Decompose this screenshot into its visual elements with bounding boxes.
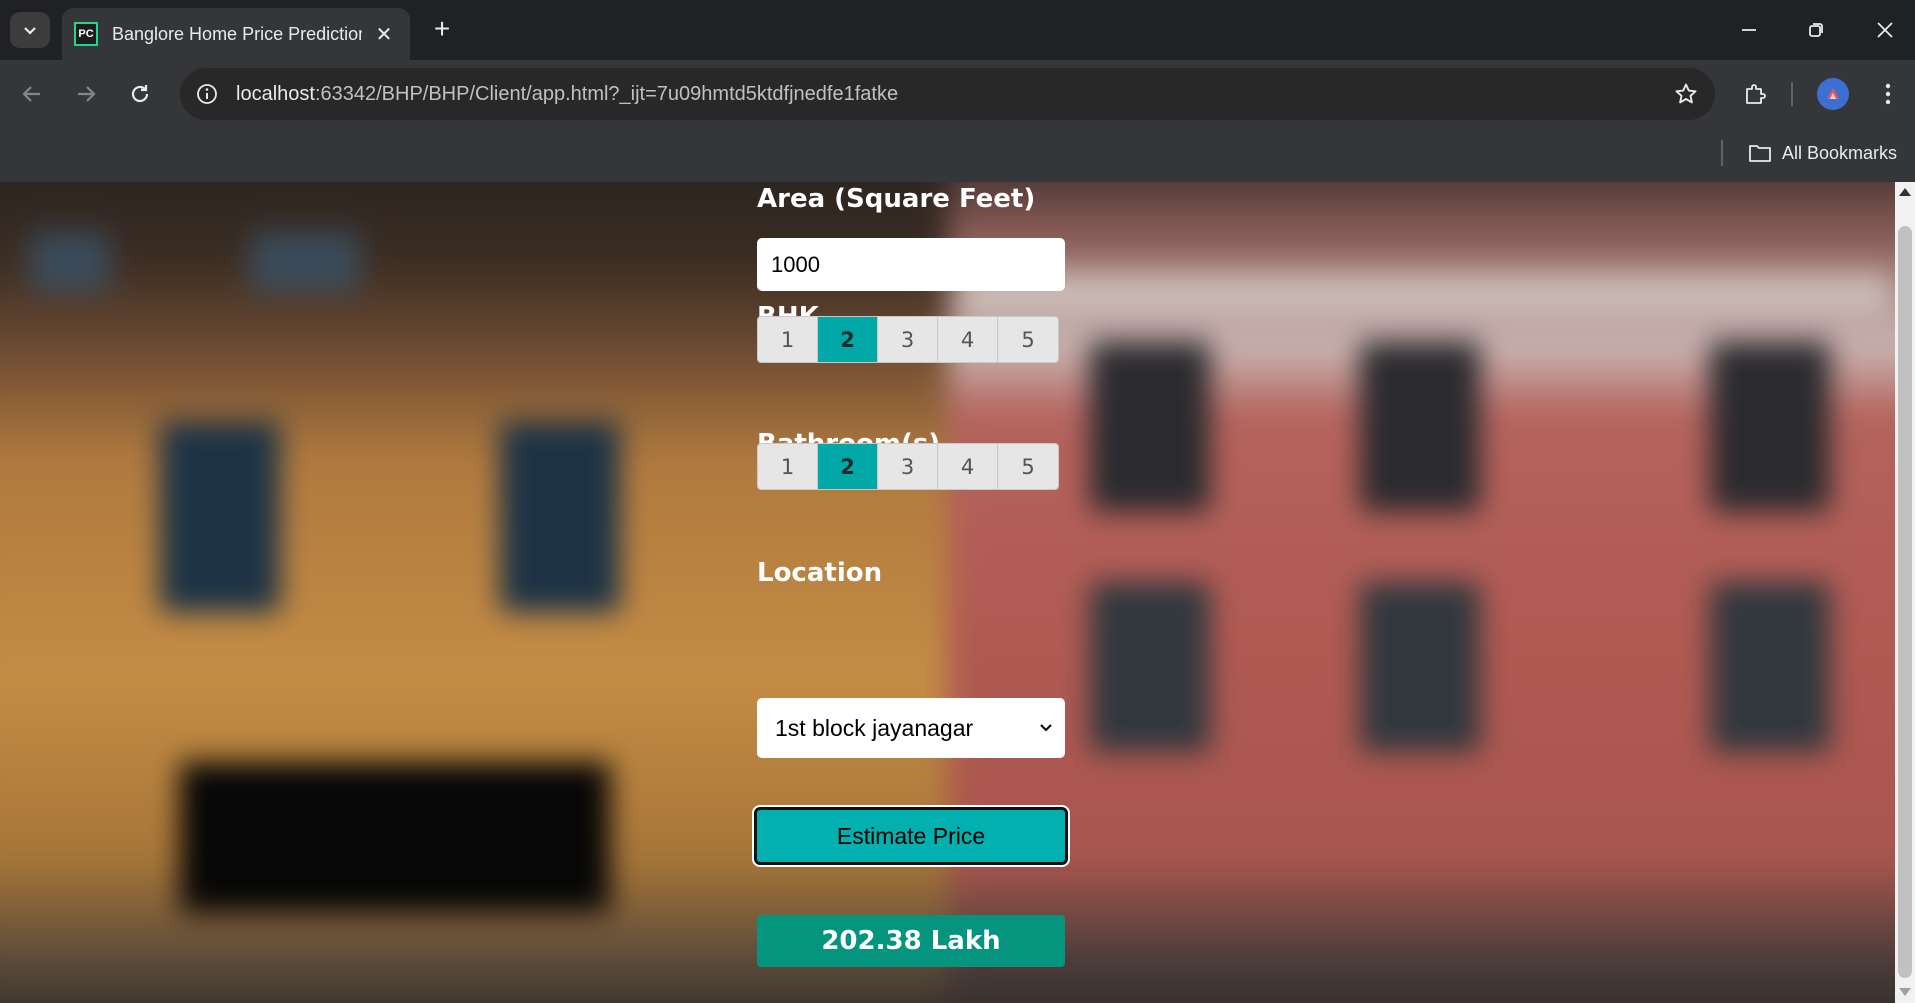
area-input[interactable] [757, 238, 1065, 291]
bath-option-4[interactable]: 4 [938, 444, 998, 489]
window-close-icon [1877, 22, 1893, 38]
forward-icon [78, 86, 96, 102]
tab-strip: PC Banglore Home Price Prediction ✕ + [0, 0, 1915, 60]
scrollbar-thumb[interactable] [1898, 226, 1912, 978]
tab-close-icon[interactable]: ✕ [372, 22, 396, 47]
minimize-icon [1742, 29, 1756, 31]
bookmark-star-icon[interactable] [1671, 79, 1701, 109]
bookmarks-bar: All Bookmarks [0, 128, 1915, 182]
bhk-selector: 1 2 3 4 5 [757, 316, 1059, 363]
bhk-option-1[interactable]: 1 [758, 317, 818, 362]
all-bookmarks-button[interactable]: All Bookmarks [1748, 138, 1897, 168]
bhk-option-3[interactable]: 3 [878, 317, 938, 362]
forward-button[interactable] [68, 76, 104, 112]
bath-option-2-selected[interactable]: 2 [818, 444, 878, 489]
bookmarks-divider [1721, 140, 1723, 166]
toolbar-divider [1791, 82, 1793, 106]
location-select[interactable]: 1st block jayanagar [757, 698, 1065, 758]
bathroom-selector: 1 2 3 4 5 [757, 443, 1059, 490]
back-icon [22, 86, 40, 102]
tab-title: Banglore Home Price Prediction [112, 23, 362, 44]
extensions-button[interactable] [1737, 76, 1773, 112]
all-bookmarks-label: All Bookmarks [1782, 142, 1898, 163]
new-tab-button[interactable]: + [424, 12, 460, 48]
back-button[interactable] [14, 76, 50, 112]
profile-avatar-icon[interactable] [1817, 78, 1849, 110]
bath-option-1[interactable]: 1 [758, 444, 818, 489]
scroll-down-arrow-icon[interactable] [1899, 988, 1911, 996]
reload-icon [131, 85, 149, 103]
location-label: Location [757, 558, 883, 588]
bhk-option-2-selected[interactable]: 2 [818, 317, 878, 362]
restore-icon [1809, 23, 1823, 37]
bhk-option-4[interactable]: 4 [938, 317, 998, 362]
kebab-menu-button[interactable] [1870, 76, 1906, 112]
page-viewport: Area (Square Feet) BHK 1 2 3 4 5 Bathroo… [0, 182, 1895, 1003]
pycharm-favicon-icon: PC [74, 22, 98, 46]
estimated-price-result: 202.38 Lakh [757, 915, 1065, 967]
estimate-price-button[interactable]: Estimate Price [752, 805, 1070, 867]
scroll-up-arrow-icon[interactable] [1899, 188, 1911, 196]
chevron-down-icon [24, 27, 36, 35]
folder-icon [1749, 145, 1771, 162]
area-label: Area (Square Feet) [757, 184, 1036, 214]
window-close-button[interactable] [1863, 10, 1907, 50]
bath-option-5[interactable]: 5 [998, 444, 1058, 489]
minimize-button[interactable] [1727, 10, 1771, 50]
browser-tab[interactable]: PC Banglore Home Price Prediction ✕ [62, 8, 410, 60]
page-scrollbar[interactable] [1895, 182, 1915, 1003]
location-selected-value: 1st block jayanagar [775, 714, 974, 741]
extensions-icon [1746, 84, 1766, 104]
site-info-icon[interactable] [192, 79, 222, 109]
bath-option-3[interactable]: 3 [878, 444, 938, 489]
reload-button[interactable] [122, 76, 158, 112]
browser-toolbar: localhost:63342/BHP/BHP/Client/app.html?… [0, 60, 1915, 128]
url-text: localhost:63342/BHP/BHP/Client/app.html?… [236, 82, 899, 105]
bhk-option-5[interactable]: 5 [998, 317, 1058, 362]
blurred-background-image [0, 182, 1895, 1003]
kebab-menu-icon [1885, 83, 1891, 105]
restore-button[interactable] [1794, 10, 1838, 50]
tab-search-button[interactable] [10, 12, 50, 48]
address-bar[interactable]: localhost:63342/BHP/BHP/Client/app.html?… [180, 68, 1715, 120]
chevron-down-icon [1040, 724, 1052, 732]
